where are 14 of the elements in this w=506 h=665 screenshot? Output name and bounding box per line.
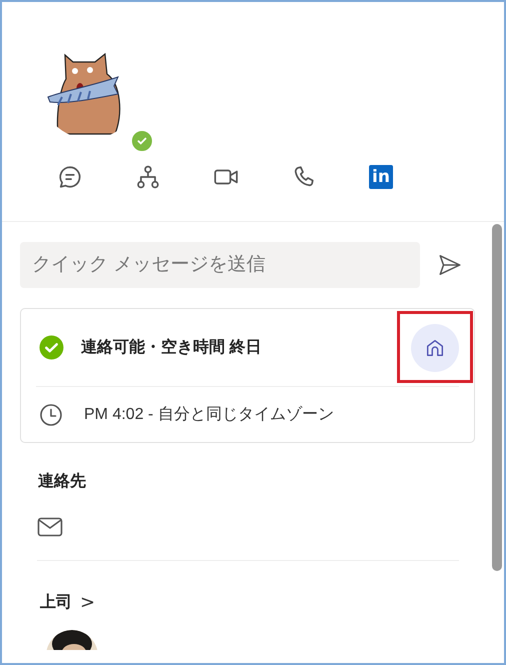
local-time-text: PM 4:02 - 自分と同じタイムゾーン [84,404,334,424]
chat-icon[interactable] [57,164,83,190]
contact-heading: 連絡先 [38,472,86,492]
available-icon [39,335,64,360]
status-text: 連絡可能・空き時間 終日 [81,337,262,358]
org-chart-icon[interactable] [135,164,161,190]
manager-heading[interactable]: 上司 [40,590,72,614]
chevron-icon[interactable]: > [80,589,96,616]
scrollbar-thumb[interactable] [492,224,502,571]
linkedin-icon[interactable]: in [369,165,393,189]
quick-message-field[interactable]: クイック メッセージを送信 [20,242,420,288]
work-location-button[interactable] [411,324,459,372]
mail-icon[interactable] [37,516,63,538]
clock-icon [39,402,63,426]
